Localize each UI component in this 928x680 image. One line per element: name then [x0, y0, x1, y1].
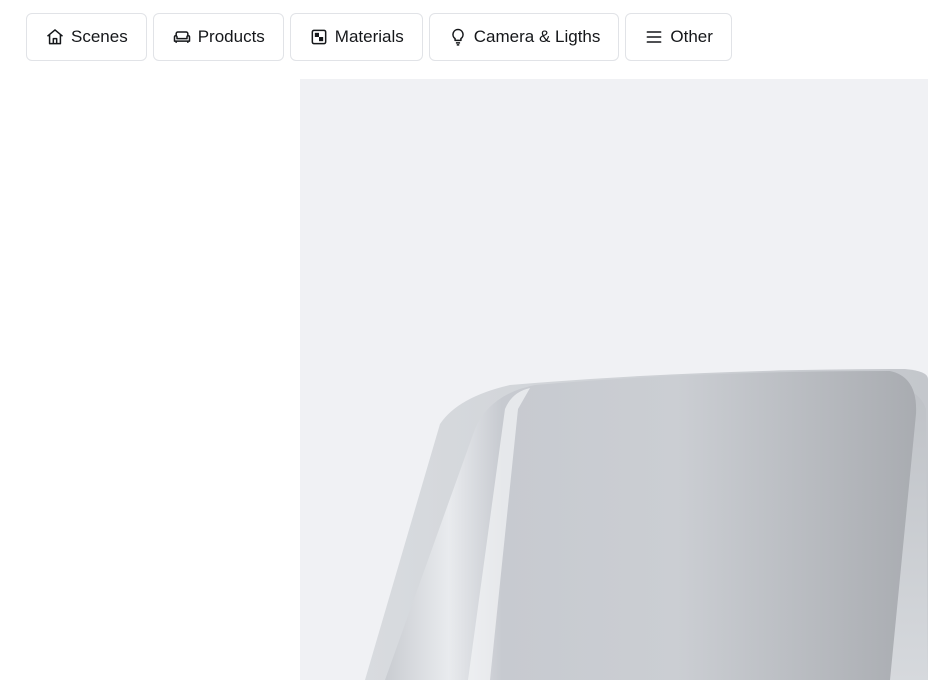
tab-camera-lights-label: Camera & Ligths	[473, 27, 601, 46]
3d-viewport[interactable]	[300, 79, 928, 680]
chair-render	[365, 369, 928, 680]
tab-scenes-label: Scenes	[71, 27, 128, 46]
tab-materials-label: Materials	[334, 27, 404, 46]
tab-other-label: Other	[670, 27, 713, 46]
sofa-icon	[172, 27, 192, 47]
menu-icon	[644, 27, 664, 47]
tab-materials[interactable]: Materials	[289, 13, 423, 61]
main-tab-bar: Scenes Products Materials Camera & Ligth…	[26, 13, 732, 61]
tab-scenes[interactable]: Scenes	[26, 13, 147, 61]
tab-products[interactable]: Products	[152, 13, 284, 61]
home-icon	[45, 27, 65, 47]
lightbulb-icon	[448, 27, 468, 47]
tab-camera-lights[interactable]: Camera & Ligths	[428, 13, 620, 61]
material-checker-icon	[309, 27, 329, 47]
tab-other[interactable]: Other	[625, 13, 732, 61]
tab-products-label: Products	[197, 27, 265, 46]
